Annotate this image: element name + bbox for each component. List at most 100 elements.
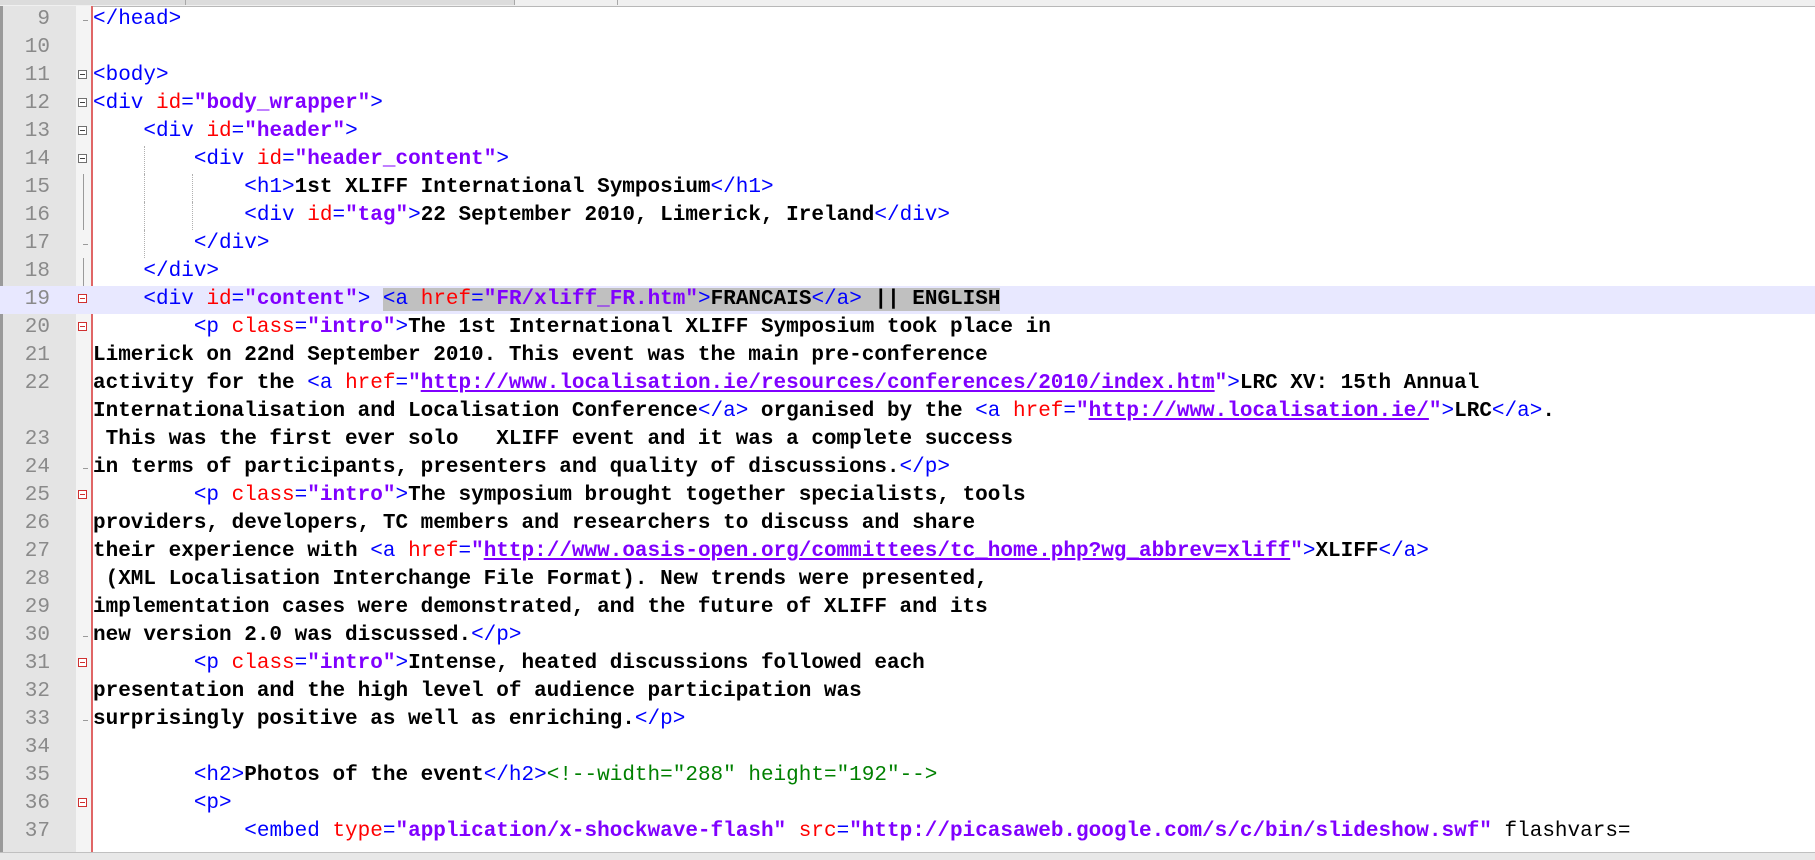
line-number: 13 bbox=[24, 120, 50, 143]
line-number: 10 bbox=[24, 36, 50, 59]
code-line[interactable]: 20 <p class="intro">The 1st Internationa… bbox=[0, 314, 1815, 342]
tab-2[interactable] bbox=[186, 0, 515, 5]
fold-toggle-icon[interactable] bbox=[78, 322, 87, 331]
code-line[interactable]: 9 </head> bbox=[0, 6, 1815, 34]
code-text[interactable]: in terms of participants, presenters and… bbox=[93, 454, 950, 482]
code-token: </p> bbox=[634, 708, 686, 731]
code-token: "intro" bbox=[307, 484, 396, 507]
code-editor[interactable]: 9 </head> 10 11 <body> 12 <div id="body_wrappe… bbox=[0, 6, 1815, 852]
code-text[interactable]: (XML Localisation Interchange File Forma… bbox=[93, 566, 988, 594]
code-text[interactable]: </div> bbox=[93, 230, 270, 258]
code-token: = bbox=[181, 92, 194, 115]
code-text[interactable]: <h1>1st XLIFF International Symposium</h… bbox=[93, 174, 773, 202]
code-line[interactable]: 33 surprisingly positive as well as enric… bbox=[0, 706, 1815, 734]
code-line[interactable]: 37 <embed type="application/x-shockwave-… bbox=[0, 818, 1815, 846]
tab-3[interactable] bbox=[515, 0, 618, 5]
code-token: > bbox=[1302, 540, 1316, 563]
code-text[interactable]: <embed type="application/x-shockwave-fla… bbox=[93, 818, 1630, 846]
code-token: id bbox=[206, 288, 232, 311]
code-text[interactable]: <body> bbox=[93, 62, 169, 90]
code-text[interactable]: <p class="intro">Intense, heated discuss… bbox=[93, 650, 925, 678]
fold-toggle-icon[interactable] bbox=[78, 70, 87, 79]
code-token: <a bbox=[307, 372, 346, 395]
fold-toggle-icon[interactable] bbox=[78, 490, 87, 499]
code-text[interactable]: Limerick on 22nd September 2010. This ev… bbox=[93, 342, 988, 370]
code-token: </a> bbox=[697, 400, 749, 423]
code-text[interactable]: </div> bbox=[93, 258, 219, 286]
code-line[interactable]: 10 bbox=[0, 34, 1815, 62]
fold-toggle-icon[interactable] bbox=[78, 98, 87, 107]
code-token: <a bbox=[975, 400, 1013, 423]
line-number: 28 bbox=[24, 568, 50, 591]
code-line[interactable]: 30 new version 2.0 was discussed.</p> bbox=[0, 622, 1815, 650]
fold-toggle-icon[interactable] bbox=[78, 154, 87, 163]
code-text[interactable]: <p class="intro">The 1st International X… bbox=[93, 314, 1051, 342]
code-text[interactable]: </head> bbox=[93, 6, 181, 34]
code-text[interactable]: Internationalisation and Localisation Co… bbox=[93, 398, 1555, 426]
code-text[interactable]: <h2>Photos of the event</h2><!--width="2… bbox=[93, 762, 938, 790]
code-line[interactable]: 12 <div id="body_wrapper"> bbox=[0, 90, 1815, 118]
code-text[interactable]: <div id="header"> bbox=[93, 118, 357, 146]
code-text[interactable]: implementation cases were demonstrated, … bbox=[93, 594, 988, 622]
code-text[interactable]: new version 2.0 was discussed.</p> bbox=[93, 622, 521, 650]
code-line[interactable]: 29 implementation cases were demonstrated… bbox=[0, 594, 1815, 622]
code-text[interactable]: <div id="body_wrapper"> bbox=[93, 90, 383, 118]
fold-toggle-icon[interactable] bbox=[78, 126, 87, 135]
code-line[interactable]: 21 Limerick on 22nd September 2010. This … bbox=[0, 342, 1815, 370]
code-line[interactable]: 25 <p class="intro">The symposium brough… bbox=[0, 482, 1815, 510]
code-line[interactable]: 27 their experience with <a href="http://… bbox=[0, 538, 1815, 566]
code-token: " bbox=[1290, 540, 1303, 563]
code-text[interactable]: This was the first ever solo XLIFF event… bbox=[93, 426, 1013, 454]
code-token: class bbox=[231, 652, 295, 675]
code-line[interactable]: 16 <div id="tag">22 September 2010, Lime… bbox=[0, 202, 1815, 230]
code-text[interactable]: surprisingly positive as well as enrichi… bbox=[93, 706, 685, 734]
code-token: The symposium brought together specialis… bbox=[408, 484, 1026, 507]
code-line[interactable]: 36 <p> bbox=[0, 790, 1815, 818]
code-token: <div bbox=[193, 148, 257, 171]
code-token: FRANCAIS bbox=[710, 288, 812, 311]
code-line[interactable]: 13 <div id="header"> bbox=[0, 118, 1815, 146]
code-text[interactable]: activity for the <a href="http://www.loc… bbox=[93, 370, 1479, 398]
code-line[interactable]: 28 (XML Localisation Interchange File Fo… bbox=[0, 566, 1815, 594]
code-line[interactable]: 32 presentation and the high level of aud… bbox=[0, 678, 1815, 706]
code-text[interactable]: <div id="tag">22 September 2010, Limeric… bbox=[93, 202, 950, 230]
code-line[interactable]: 17 </div> bbox=[0, 230, 1815, 258]
code-line[interactable]: 22 activity for the <a href="http://www.l… bbox=[0, 370, 1815, 398]
code-lines[interactable]: 9 </head> 10 11 <body> 12 <div id="body_wrappe… bbox=[0, 6, 1815, 846]
code-line[interactable]: 23 This was the first ever solo XLIFF ev… bbox=[0, 426, 1815, 454]
line-number: 31 bbox=[24, 652, 50, 675]
code-token: "body_wrapper" bbox=[193, 92, 371, 115]
fold-toggle-icon[interactable] bbox=[78, 294, 87, 303]
code-text[interactable]: their experience with <a href="http://ww… bbox=[93, 538, 1429, 566]
code-line[interactable]: Internationalisation and Localisation Co… bbox=[0, 398, 1815, 426]
code-line[interactable]: 31 <p class="intro">Intense, heated disc… bbox=[0, 650, 1815, 678]
code-token: <embed bbox=[244, 820, 333, 843]
code-line[interactable]: 24 in terms of participants, presenters a… bbox=[0, 454, 1815, 482]
code-text[interactable]: providers, developers, TC members and re… bbox=[93, 510, 975, 538]
code-line[interactable]: 18 </div> bbox=[0, 258, 1815, 286]
line-number: 17 bbox=[24, 232, 50, 255]
tab-1[interactable] bbox=[0, 0, 186, 5]
code-token: <a bbox=[370, 540, 409, 563]
code-text[interactable]: presentation and the high level of audie… bbox=[93, 678, 862, 706]
line-number: 35 bbox=[24, 764, 50, 787]
code-line[interactable]: 14 <div id="header_content"> bbox=[0, 146, 1815, 174]
code-token: = bbox=[395, 372, 409, 395]
code-text[interactable]: <div id="header_content"> bbox=[93, 146, 509, 174]
code-line[interactable]: 35 <h2>Photos of the event</h2><!--width… bbox=[0, 762, 1815, 790]
code-token: This was the first ever solo XLIFF event… bbox=[93, 428, 1013, 451]
code-token: <div bbox=[143, 288, 207, 311]
code-line[interactable]: 34 bbox=[0, 734, 1815, 762]
code-line[interactable]: 26 providers, developers, TC members and … bbox=[0, 510, 1815, 538]
indent-guide bbox=[192, 174, 193, 202]
code-text[interactable]: <p> bbox=[93, 790, 232, 818]
fold-toggle-icon[interactable] bbox=[78, 798, 87, 807]
code-text[interactable]: <p class="intro">The symposium brought t… bbox=[93, 482, 1026, 510]
code-text[interactable]: <div id="content"> <a href="FR/xliff_FR.… bbox=[93, 286, 1001, 314]
code-line[interactable]: 15 <h1>1st XLIFF International Symposium… bbox=[0, 174, 1815, 202]
code-token: = bbox=[1063, 400, 1077, 423]
fold-toggle-icon[interactable] bbox=[78, 658, 87, 667]
code-line[interactable]: 19 <div id="content"> <a href="FR/xliff_… bbox=[0, 286, 1815, 314]
code-token: > bbox=[395, 316, 409, 339]
code-line[interactable]: 11 <body> bbox=[0, 62, 1815, 90]
